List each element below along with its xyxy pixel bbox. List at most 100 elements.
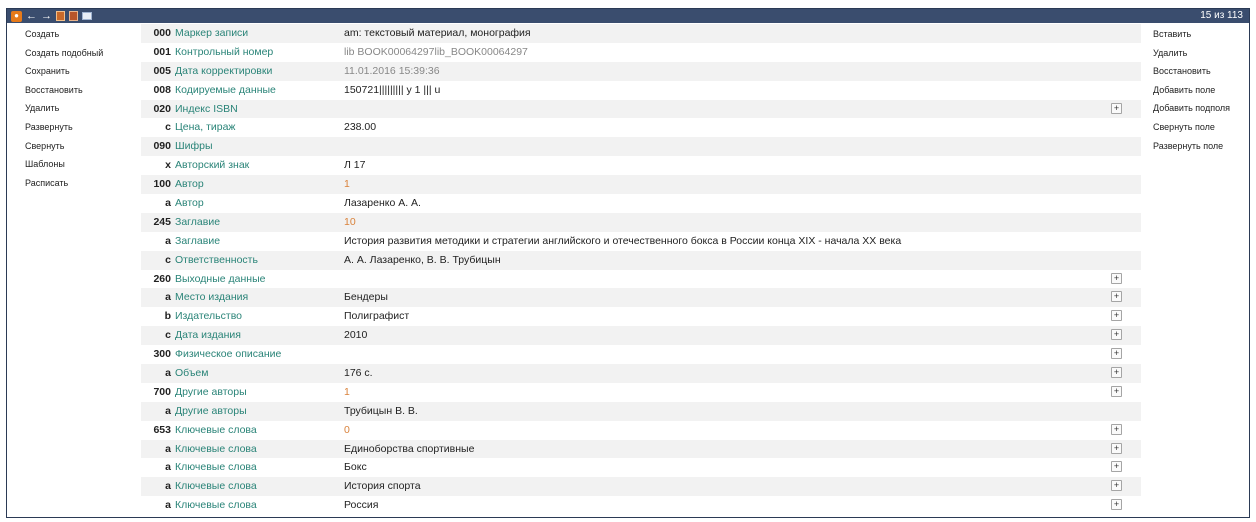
field-value[interactable]: am: текстовый материал, монография bbox=[344, 24, 531, 43]
field-label[interactable]: Шифры bbox=[175, 137, 213, 156]
record-field-row: 700 Другие авторы 1 + bbox=[141, 382, 1141, 402]
window-icon[interactable] bbox=[82, 12, 92, 20]
field-label[interactable]: Дата корректировки bbox=[175, 62, 272, 81]
field-value[interactable]: 1 bbox=[344, 175, 350, 194]
field-value[interactable]: 10 bbox=[344, 213, 356, 232]
left-menu-item[interactable]: Развернуть bbox=[7, 118, 137, 137]
field-value[interactable]: История спорта bbox=[344, 477, 421, 496]
add-subfield-button[interactable]: + bbox=[1111, 480, 1122, 492]
field-label[interactable]: Автор bbox=[175, 194, 204, 213]
field-label[interactable]: Ответственность bbox=[175, 251, 258, 270]
field-tag: 008 bbox=[153, 83, 171, 96]
add-subfield-button[interactable]: + bbox=[1111, 348, 1122, 360]
add-subfield-button[interactable]: + bbox=[1111, 423, 1122, 435]
field-tag: 700 bbox=[153, 385, 171, 398]
field-value[interactable]: А. А. Лазаренко, В. В. Трубицын bbox=[344, 251, 501, 270]
add-subfield-button[interactable]: + bbox=[1111, 329, 1122, 341]
field-value[interactable]: Полиграфист bbox=[344, 307, 409, 326]
subfield-code: a bbox=[165, 461, 171, 474]
right-menu-item[interactable]: Развернуть поле bbox=[1147, 137, 1249, 156]
add-subfield-button[interactable]: + bbox=[1111, 385, 1122, 397]
field-value[interactable]: Бокс bbox=[344, 458, 367, 477]
add-subfield-button[interactable]: + bbox=[1111, 461, 1122, 473]
add-subfield-button[interactable]: + bbox=[1111, 442, 1122, 454]
field-value[interactable]: Бендеры bbox=[344, 288, 388, 307]
field-label[interactable]: Ключевые слова bbox=[175, 421, 257, 440]
field-value[interactable]: 11.01.2016 15:39:36 bbox=[344, 62, 440, 81]
back-arrow-icon[interactable]: ← bbox=[26, 10, 37, 22]
forward-arrow-icon[interactable]: → bbox=[41, 10, 52, 22]
field-label[interactable]: Дата издания bbox=[175, 326, 241, 345]
field-value[interactable]: lib BOOK00064297lib_BOOK00064297 bbox=[344, 43, 528, 62]
field-label[interactable]: Выходные данные bbox=[175, 270, 265, 289]
field-label[interactable]: Объем bbox=[175, 364, 208, 383]
right-menu-item[interactable]: Добавить поле bbox=[1147, 81, 1249, 100]
add-subfield-button[interactable]: + bbox=[1111, 310, 1122, 322]
field-value[interactable]: 238.00 bbox=[344, 118, 376, 137]
field-label[interactable]: Заглавие bbox=[175, 232, 220, 251]
record-field-row: 001 Контрольный номер lib BOOK00064297lib_… bbox=[141, 42, 1141, 62]
left-menu-item[interactable]: Создать bbox=[7, 25, 137, 44]
field-label[interactable]: Маркер записи bbox=[175, 24, 248, 43]
field-value[interactable]: 176 с. bbox=[344, 364, 373, 383]
left-menu-item[interactable]: Шаблоны bbox=[7, 155, 137, 174]
add-subfield-button[interactable]: + bbox=[1111, 367, 1122, 379]
field-label[interactable]: Физическое описание bbox=[175, 345, 281, 364]
field-value[interactable]: История развития методики и стратегии ан… bbox=[344, 232, 901, 251]
record-field-row: 005 Дата корректировки 11.01.2016 15:39:36 bbox=[141, 61, 1141, 81]
field-label[interactable]: Ключевые слова bbox=[175, 440, 257, 459]
field-label[interactable]: Заглавие bbox=[175, 213, 220, 232]
record-field-row: c Ответственность А. А. Лазаренко, В. В. Т… bbox=[141, 250, 1141, 270]
field-label[interactable]: Издательство bbox=[175, 307, 242, 326]
field-label[interactable]: Другие авторы bbox=[175, 383, 247, 402]
add-subfield-button[interactable]: + bbox=[1111, 102, 1122, 114]
field-label[interactable]: Ключевые слова bbox=[175, 496, 257, 515]
record-field-row: a Ключевые слова Единоборства спортивные + bbox=[141, 439, 1141, 459]
field-value[interactable]: 2010 bbox=[344, 326, 367, 345]
field-label[interactable]: Место издания bbox=[175, 288, 248, 307]
subfield-code: c bbox=[165, 253, 171, 266]
record-field-row: b Издательство Полиграфист + bbox=[141, 307, 1141, 327]
field-label[interactable]: Ключевые слова bbox=[175, 458, 257, 477]
add-subfield-button[interactable]: + bbox=[1111, 291, 1122, 303]
left-menu-item[interactable]: Удалить bbox=[7, 99, 137, 118]
left-menu-item[interactable]: Сохранить bbox=[7, 62, 137, 81]
add-subfield-button[interactable]: + bbox=[1111, 272, 1122, 284]
field-value[interactable]: Лазаренко А. А. bbox=[344, 194, 421, 213]
field-label[interactable]: Цена, тираж bbox=[175, 118, 235, 137]
left-menu-item[interactable]: Создать подобный bbox=[7, 44, 137, 63]
field-label[interactable]: Индекс ISBN bbox=[175, 100, 238, 119]
left-menu-item[interactable]: Восстановить bbox=[7, 81, 137, 100]
left-menu-item[interactable]: Расписать bbox=[7, 174, 137, 193]
right-menu-item[interactable]: Свернуть поле bbox=[1147, 118, 1249, 137]
field-label[interactable]: Ключевые слова bbox=[175, 477, 257, 496]
field-value[interactable]: 150721||||||||| y 1 ||| u bbox=[344, 81, 440, 100]
field-label[interactable]: Контрольный номер bbox=[175, 43, 273, 62]
record-field-row: 000 Маркер записи am: текстовый материал, … bbox=[141, 24, 1141, 43]
save-record-icon[interactable] bbox=[56, 11, 65, 21]
field-value[interactable]: Единоборства спортивные bbox=[344, 440, 474, 459]
left-menu-item[interactable]: Свернуть bbox=[7, 137, 137, 156]
subfield-code: a bbox=[165, 442, 171, 455]
field-value[interactable]: Л 17 bbox=[344, 156, 366, 175]
field-label[interactable]: Другие авторы bbox=[175, 402, 247, 421]
right-field-menu: Вставить Удалить Восстановить Добавить поле… bbox=[1147, 25, 1249, 155]
field-label[interactable]: Кодируемые данные bbox=[175, 81, 276, 100]
field-label[interactable]: Автор bbox=[175, 175, 204, 194]
field-value[interactable]: 0 bbox=[344, 421, 350, 440]
right-menu-item[interactable]: Добавить подполя bbox=[1147, 99, 1249, 118]
record-field-row: 245 Заглавие 10 bbox=[141, 212, 1141, 232]
subfield-code: b bbox=[164, 310, 171, 323]
field-value[interactable]: Россия bbox=[344, 496, 378, 515]
field-label[interactable]: Авторский знак bbox=[175, 156, 249, 175]
right-menu-item[interactable]: Восстановить bbox=[1147, 62, 1249, 81]
record-field-row: a Объем 176 с. + bbox=[141, 364, 1141, 383]
field-value[interactable]: Трубицын В. В. bbox=[344, 402, 418, 421]
record-icon[interactable]: ● bbox=[11, 10, 22, 22]
right-menu-item[interactable]: Вставить bbox=[1147, 25, 1249, 44]
subfield-code: a bbox=[165, 291, 171, 304]
delete-record-icon[interactable] bbox=[69, 11, 78, 21]
field-value[interactable]: 1 bbox=[344, 383, 350, 402]
right-menu-item[interactable]: Удалить bbox=[1147, 44, 1249, 63]
add-subfield-button[interactable]: + bbox=[1111, 499, 1122, 511]
